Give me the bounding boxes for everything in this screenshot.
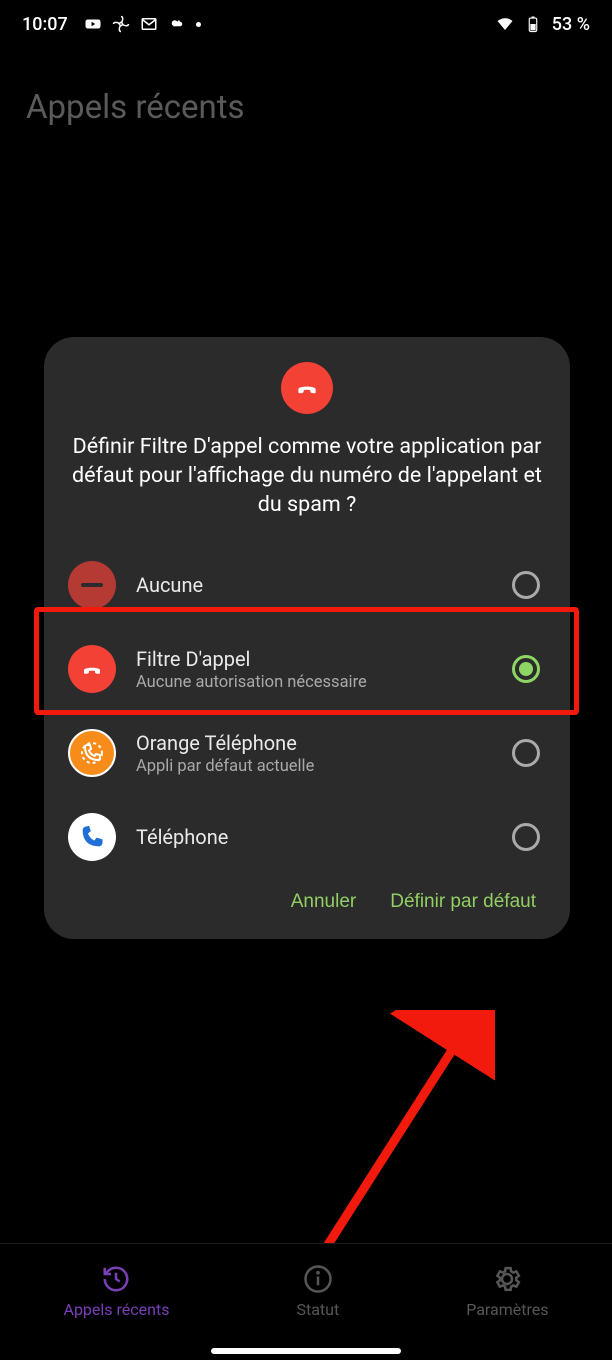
battery-icon: [524, 15, 542, 33]
modal-title: Définir Filtre D'appel comme votre appli…: [68, 432, 546, 543]
home-indicator[interactable]: [211, 1348, 401, 1354]
modal-header-icon: [68, 362, 546, 414]
option-filtre-dappel[interactable]: Filtre D'appel Aucune autorisation néces…: [68, 627, 546, 711]
radio-button[interactable]: [512, 655, 540, 683]
option-sub: Aucune autorisation nécessaire: [136, 673, 492, 692]
wifi-icon: [496, 15, 514, 33]
nav-label: Paramètres: [466, 1300, 548, 1319]
more-dot-icon: [196, 22, 201, 27]
youtube-icon: [84, 15, 102, 33]
option-name: Filtre D'appel: [136, 647, 492, 671]
nav-settings[interactable]: Paramètres: [466, 1264, 548, 1319]
status-right: 53 %: [496, 14, 590, 35]
option-sub: Appli par défaut actuelle: [136, 757, 492, 776]
history-icon: [101, 1264, 131, 1294]
clock: 10:07: [22, 14, 68, 35]
info-icon: [303, 1264, 333, 1294]
status-bar: 10:07 53 %: [0, 0, 612, 48]
radio-button[interactable]: [512, 571, 540, 599]
option-labels: Orange Téléphone Appli par défaut actuel…: [136, 731, 492, 776]
nav-label: Statut: [296, 1300, 339, 1319]
option-orange-telephone[interactable]: Orange Téléphone Appli par défaut actuel…: [68, 711, 546, 795]
hangup-icon: [281, 362, 333, 414]
gear-icon: [492, 1264, 522, 1294]
nav-status[interactable]: Statut: [296, 1264, 339, 1319]
option-labels: Filtre D'appel Aucune autorisation néces…: [136, 647, 492, 692]
option-labels: Téléphone: [136, 825, 492, 849]
telephone-icon: [68, 813, 116, 861]
option-name: Téléphone: [136, 825, 492, 849]
weather-icon: [168, 15, 186, 33]
radio-button[interactable]: [512, 739, 540, 767]
default-app-modal: Définir Filtre D'appel comme votre appli…: [44, 337, 570, 939]
page-title: Appels récents: [0, 48, 612, 127]
radio-button[interactable]: [512, 823, 540, 851]
nav-recent-calls[interactable]: Appels récents: [64, 1264, 170, 1319]
gmail-icon: [140, 15, 158, 33]
set-default-button[interactable]: Définir par défaut: [390, 891, 536, 913]
option-name: Aucune: [136, 573, 492, 597]
fan-icon: [112, 15, 130, 33]
bottom-nav: Appels récents Statut Paramètres: [0, 1243, 612, 1338]
none-icon: [68, 561, 116, 609]
nav-label: Appels récents: [64, 1300, 170, 1319]
modal-actions: Annuler Définir par défaut: [68, 879, 546, 921]
filtre-dappel-icon: [68, 645, 116, 693]
status-left: 10:07: [22, 14, 201, 35]
battery-text: 53 %: [552, 14, 590, 35]
option-aucune[interactable]: Aucune: [68, 543, 546, 627]
orange-telephone-icon: [68, 729, 116, 777]
cancel-button[interactable]: Annuler: [291, 891, 357, 913]
option-labels: Aucune: [136, 573, 492, 597]
option-telephone[interactable]: Téléphone: [68, 795, 546, 879]
option-name: Orange Téléphone: [136, 731, 492, 755]
arrow-annotation: [295, 1010, 495, 1270]
